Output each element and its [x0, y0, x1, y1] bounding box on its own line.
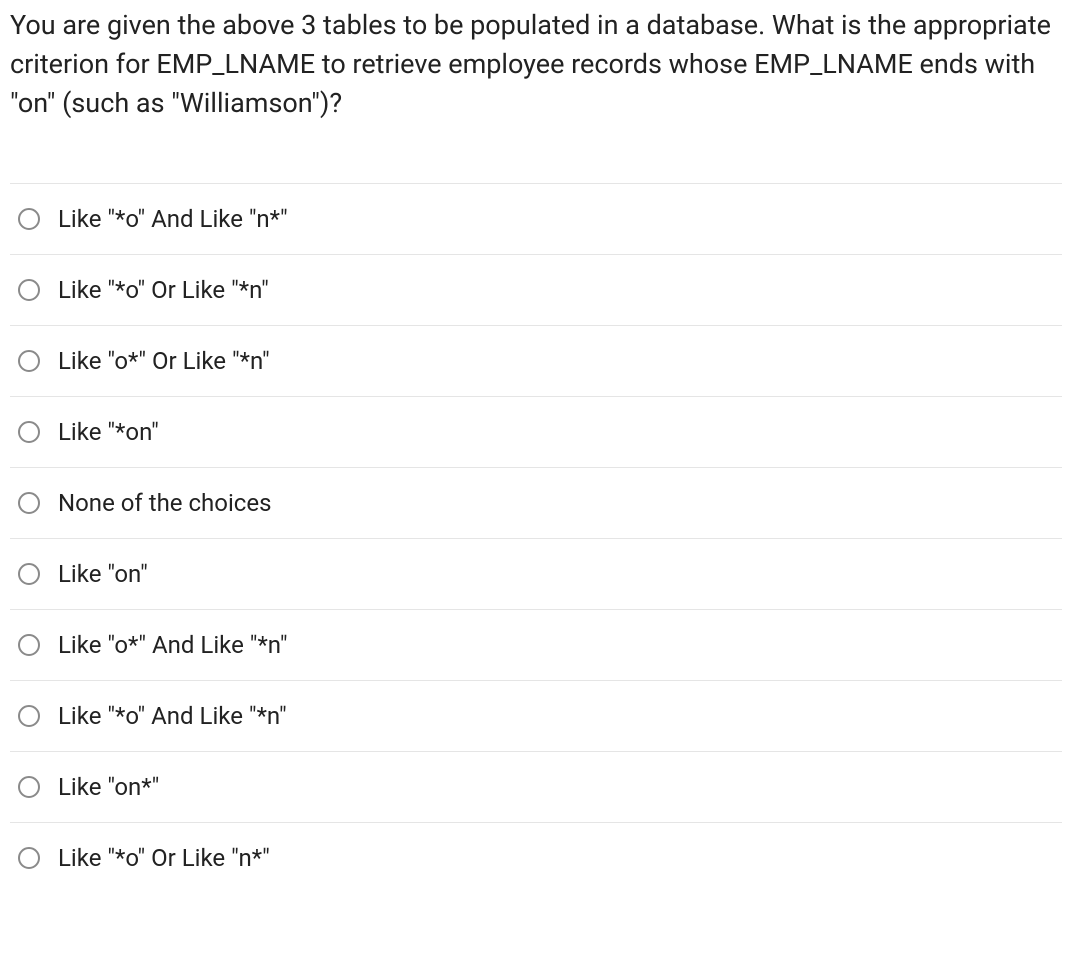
radio-icon[interactable]: [18, 847, 40, 869]
option-row[interactable]: Like "*o" And Like "n*": [10, 184, 1062, 255]
option-label: Like "on*": [58, 773, 159, 801]
radio-icon[interactable]: [18, 350, 40, 372]
radio-icon[interactable]: [18, 776, 40, 798]
option-label: Like "*o" And Like "n*": [58, 205, 288, 233]
option-label: Like "*o" And Like "*n": [58, 702, 287, 730]
radio-icon[interactable]: [18, 563, 40, 585]
option-label: Like "on": [58, 560, 148, 588]
option-row[interactable]: Like "on": [10, 539, 1062, 610]
option-row[interactable]: Like "*on": [10, 397, 1062, 468]
option-row[interactable]: Like "*o" Or Like "*n": [10, 255, 1062, 326]
radio-icon[interactable]: [18, 705, 40, 727]
radio-icon[interactable]: [18, 492, 40, 514]
radio-icon[interactable]: [18, 279, 40, 301]
option-label: Like "*o" Or Like "n*": [58, 844, 270, 872]
question-container: You are given the above 3 tables to be p…: [0, 0, 1072, 893]
option-label: Like "*o" Or Like "*n": [58, 276, 269, 304]
option-label: Like "o*" And Like "*n": [58, 631, 288, 659]
option-label: Like "*on": [58, 418, 159, 446]
option-row[interactable]: Like "on*": [10, 752, 1062, 823]
radio-icon[interactable]: [18, 421, 40, 443]
radio-icon[interactable]: [18, 634, 40, 656]
radio-icon[interactable]: [18, 208, 40, 230]
option-row[interactable]: Like "*o" Or Like "n*": [10, 823, 1062, 893]
option-row[interactable]: Like "o*" Or Like "*n": [10, 326, 1062, 397]
option-row[interactable]: Like "o*" And Like "*n": [10, 610, 1062, 681]
option-row[interactable]: None of the choices: [10, 468, 1062, 539]
option-label: Like "o*" Or Like "*n": [58, 347, 270, 375]
question-text: You are given the above 3 tables to be p…: [10, 6, 1062, 123]
options-list: Like "*o" And Like "n*" Like "*o" Or Lik…: [10, 183, 1062, 893]
option-label: None of the choices: [58, 489, 271, 517]
option-row[interactable]: Like "*o" And Like "*n": [10, 681, 1062, 752]
